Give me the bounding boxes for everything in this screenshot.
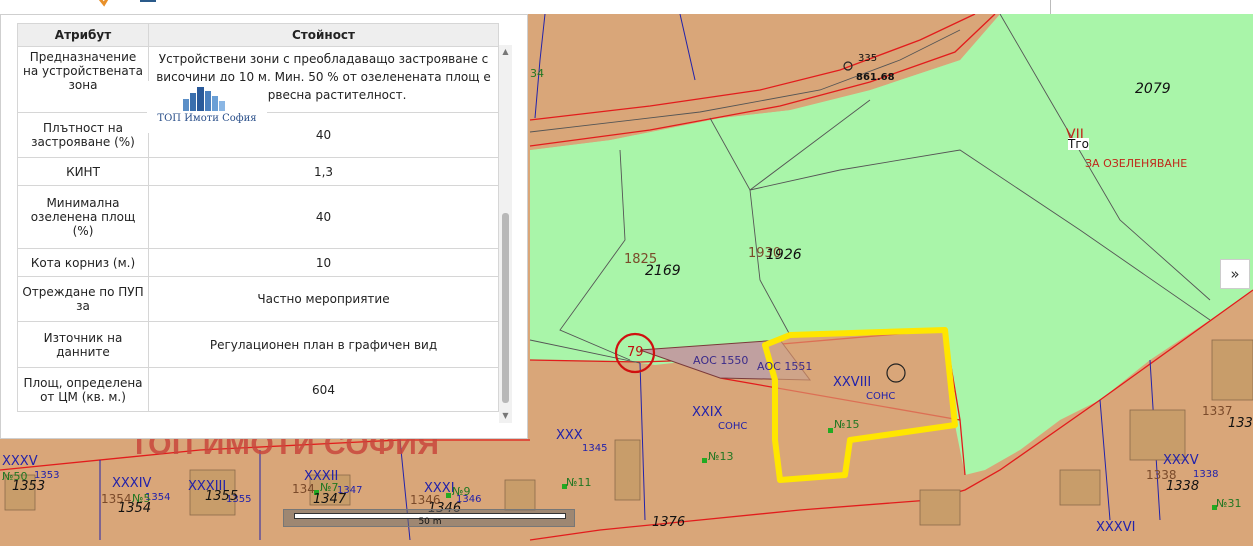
elevation-label: 861.68 xyxy=(856,72,895,83)
plot-label: XXXIV xyxy=(112,476,152,491)
parcel-label: 1338 xyxy=(1166,479,1200,494)
address-label: №5 xyxy=(132,492,151,505)
plot-sub-label: СОНС xyxy=(718,421,748,432)
attribute-cell: Площ, определена от ЦМ (кв. м.) xyxy=(17,367,149,412)
attribute-cell: Плътност на застрояване (%) xyxy=(17,112,149,158)
table-header: Атрибут Стойност xyxy=(17,23,499,47)
table-row: Площ, определена от ЦМ (кв. м.) 604 xyxy=(17,367,499,412)
value-cell: 1,3 xyxy=(148,157,499,186)
aoc-label: АОС 1550 xyxy=(693,354,749,367)
scroll-thumb[interactable] xyxy=(502,213,509,403)
table-row: Източник на данните Регулационен план в … xyxy=(17,321,499,368)
attribute-cell: Кота корниз (м.) xyxy=(17,248,149,277)
buildings-logo-icon xyxy=(183,87,225,111)
address-label: №31 xyxy=(1216,497,1242,510)
table-row: КИНТ 1,3 xyxy=(17,157,499,186)
table-row: Кота корниз (м.) 10 xyxy=(17,248,499,277)
parcel-label: 1337 xyxy=(1228,416,1253,431)
parcel-label: 34 xyxy=(530,67,544,80)
scroll-down-icon[interactable]: ▼ xyxy=(501,411,510,420)
top-bar xyxy=(0,0,1253,14)
parcel-label: 1345 xyxy=(582,443,608,454)
parcel-label: 2079 xyxy=(1135,81,1171,97)
value-cell: 10 xyxy=(148,248,499,277)
scale-bar-label: 50 m xyxy=(418,517,442,527)
parcel-label: 1355 xyxy=(205,489,239,504)
parcel-label: 1376 xyxy=(652,515,686,530)
plot-label: XXXV xyxy=(2,454,38,469)
panel-scrollbar[interactable]: ▲ ▼ xyxy=(499,45,512,423)
header-attribute: Атрибут xyxy=(17,23,149,47)
scroll-up-icon[interactable]: ▲ xyxy=(501,47,510,56)
value-cell: 40 xyxy=(148,185,499,249)
plot-label: XXIX xyxy=(692,405,723,420)
plot-label: XXXVI xyxy=(1096,520,1136,535)
plot-label: XXXV xyxy=(1163,453,1199,468)
aoc-label: АОС 1551 xyxy=(757,360,813,373)
divider xyxy=(1050,0,1051,14)
plot-sub-label: СОНС xyxy=(866,391,896,402)
logo-icon xyxy=(98,0,156,7)
watermark-logo: ТОП Имоти София xyxy=(147,81,267,133)
zone-code-label: Тго xyxy=(1068,137,1089,151)
elevation-label: 335 xyxy=(858,53,878,64)
address-label: №7 xyxy=(320,481,339,494)
plot-label: XXX xyxy=(556,428,583,443)
value-cell: Регулационен план в графичен вид xyxy=(148,321,499,368)
value-cell: Частно мероприятие xyxy=(148,276,499,322)
attribute-cell: Минимална озеленена площ (%) xyxy=(17,185,149,249)
parcel-label: 1825 xyxy=(624,252,658,267)
table-row: Минимална озеленена площ (%) 40 xyxy=(17,185,499,249)
attribute-cell: КИНТ xyxy=(17,157,149,186)
address-label: №50 xyxy=(2,470,28,483)
address-label: №15 xyxy=(834,418,860,431)
attribute-cell: Източник на данните xyxy=(17,321,149,368)
attribute-cell: Отреждане по ПУП за xyxy=(17,276,149,322)
parcel-label: 1347 xyxy=(313,492,347,507)
parcel-label: 134 xyxy=(292,482,315,496)
parcel-79-label: 79 xyxy=(627,345,644,360)
value-cell: 604 xyxy=(148,367,499,412)
parcel-label: 1926 xyxy=(766,247,802,263)
table-row: Отреждане по ПУП за Частно мероприятие xyxy=(17,276,499,322)
header-value: Стойност xyxy=(148,23,499,47)
scale-bar: 50 m xyxy=(283,509,575,527)
watermark-logo-text: ТОП Имоти София xyxy=(157,113,257,124)
attribute-panel[interactable]: Атрибут Стойност Предназначение на устро… xyxy=(0,14,528,439)
attribute-cell: Предназначение на устройствената зона xyxy=(17,46,149,113)
plot-label: XXVIII xyxy=(833,375,872,390)
expand-panel-button[interactable]: » xyxy=(1220,259,1250,289)
address-label: №11 xyxy=(566,476,592,489)
address-label: №9 xyxy=(452,485,471,498)
address-label: №13 xyxy=(708,450,734,463)
zone-purpose-label: ЗА ОЗЕЛЕНЯВАНЕ xyxy=(1085,157,1188,170)
